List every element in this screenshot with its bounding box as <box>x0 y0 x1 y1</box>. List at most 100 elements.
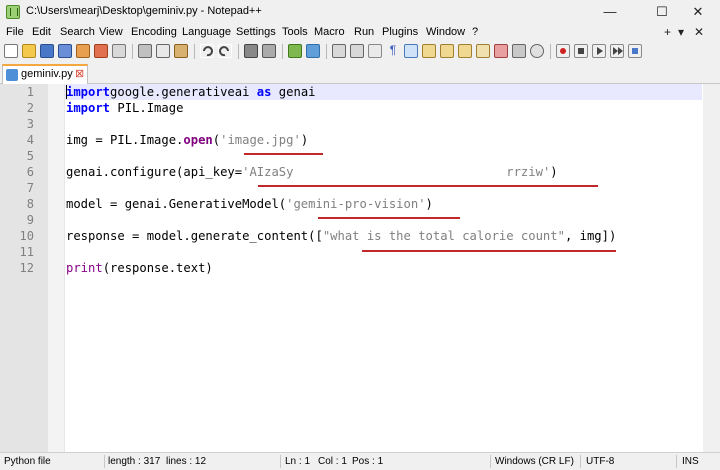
find-icon[interactable] <box>244 44 258 58</box>
paste-icon[interactable] <box>174 44 188 58</box>
status-language: Python file <box>4 456 51 467</box>
menu-language[interactable]: Language <box>182 26 231 38</box>
tab-close-icon[interactable]: ⊠ <box>75 67 84 80</box>
run-macro-multiple-icon[interactable] <box>610 44 624 58</box>
copy-icon[interactable] <box>156 44 170 58</box>
status-separator <box>104 455 105 468</box>
text-cursor <box>66 85 67 99</box>
code-token: 'gemini-pro-vision' <box>286 197 426 211</box>
menu-edit[interactable]: Edit <box>32 26 51 38</box>
close-button[interactable]: ✕ <box>676 0 720 24</box>
code-token: "what is the total calorie count" <box>322 229 565 243</box>
status-length: length : 317 <box>108 456 161 467</box>
code-line[interactable]: print(response.text) <box>66 260 213 276</box>
editor[interactable]: 1 2 3 4 5 6 7 8 9 10 11 12 importgoogle.generativea… <box>0 84 720 452</box>
code-line[interactable]: importgoogle.generativeai as genai <box>66 84 316 100</box>
annotation-underline-model-name <box>318 217 460 219</box>
line-number: 1 <box>26 85 34 99</box>
code-token: ) <box>300 133 309 147</box>
show-all-characters-icon[interactable]: ¶ <box>386 44 400 58</box>
code-token: model = genai.GenerativeModel( <box>66 197 287 211</box>
view-icon[interactable] <box>512 44 526 58</box>
menu-help[interactable]: ? <box>472 26 478 38</box>
code-token: ( <box>212 133 221 147</box>
function-list-icon[interactable] <box>458 44 472 58</box>
line-number: 12 <box>19 261 34 275</box>
redo-icon[interactable] <box>218 44 232 58</box>
indent-guide-icon[interactable] <box>404 44 418 58</box>
annotation-underline-prompt <box>362 250 616 252</box>
line-number: 10 <box>19 229 34 243</box>
cut-icon[interactable] <box>138 44 152 58</box>
play-macro-icon[interactable] <box>592 44 606 58</box>
fold-margin[interactable] <box>48 84 65 452</box>
status-col: Col : 1 <box>318 456 347 467</box>
code-token: 'AIzaSy rrziw' <box>242 165 551 179</box>
close-file-icon[interactable] <box>76 44 90 58</box>
status-pos: Pos : 1 <box>352 456 384 467</box>
monitoring-icon[interactable] <box>494 44 508 58</box>
code-line[interactable]: import PIL.Image <box>66 100 183 116</box>
close-all-icon[interactable] <box>94 44 108 58</box>
eye-icon[interactable] <box>530 44 544 58</box>
record-macro-icon[interactable] <box>556 44 570 58</box>
code-line[interactable]: img = PIL.Image.open('image.jpg') <box>66 132 308 148</box>
code-token: print <box>66 261 103 275</box>
menu-settings[interactable]: Settings <box>236 26 276 38</box>
status-separator <box>490 455 491 468</box>
word-wrap-icon[interactable] <box>368 44 382 58</box>
menu-view[interactable]: View <box>99 26 123 38</box>
menu-plugins[interactable]: Plugins <box>382 26 418 38</box>
line-number: 7 <box>26 181 34 195</box>
print-icon[interactable] <box>112 44 126 58</box>
title-bar: C:\Users\mearj\Desktop\geminiv.py - Note… <box>0 0 720 24</box>
save-all-icon[interactable] <box>58 44 72 58</box>
minimize-button[interactable]: — <box>588 0 632 24</box>
menu-run[interactable]: Run <box>354 26 374 38</box>
menu-file[interactable]: File <box>6 26 24 38</box>
status-encoding: UTF-8 <box>586 456 615 467</box>
save-macro-icon[interactable] <box>628 44 642 58</box>
code-line[interactable]: response = model.generate_content(["what… <box>66 228 616 244</box>
vertical-scrollbar[interactable] <box>703 84 720 452</box>
menu-window[interactable]: Window <box>426 26 465 38</box>
replace-icon[interactable] <box>262 44 276 58</box>
zoom-out-icon[interactable] <box>306 44 320 58</box>
document-map-icon[interactable] <box>440 44 454 58</box>
menu-search[interactable]: Search <box>60 26 95 38</box>
code-token: PIL.Image <box>110 101 184 115</box>
tab-list-button[interactable]: ▾ <box>678 25 684 39</box>
menu-macro[interactable]: Macro <box>314 26 345 38</box>
tab-geminiv-py[interactable]: geminiv.py ⊠ <box>2 64 88 84</box>
status-mode: INS <box>682 456 699 467</box>
menu-encoding[interactable]: Encoding <box>131 26 177 38</box>
code-token: import <box>66 85 111 99</box>
close-document-button[interactable]: ✕ <box>694 25 704 39</box>
line-number: 6 <box>26 165 34 179</box>
new-file-icon[interactable] <box>4 44 18 58</box>
file-icon <box>6 69 18 81</box>
code-token: as <box>256 85 272 99</box>
open-file-icon[interactable] <box>22 44 36 58</box>
sync-vertical-icon[interactable] <box>332 44 346 58</box>
tab-bar: geminiv.py ⊠ <box>0 62 720 84</box>
stop-macro-icon[interactable] <box>574 44 588 58</box>
code-line[interactable]: model = genai.GenerativeModel('gemini-pr… <box>66 196 433 212</box>
menu-tools[interactable]: Tools <box>282 26 308 38</box>
line-number: 2 <box>26 101 34 115</box>
line-number: 9 <box>26 213 34 227</box>
save-icon[interactable] <box>40 44 54 58</box>
code-token: response = model.generate_content([ <box>66 229 323 243</box>
sync-horizontal-icon[interactable] <box>350 44 364 58</box>
folder-workspace-icon[interactable] <box>476 44 490 58</box>
toolbar-separator <box>326 44 327 59</box>
status-lines: lines : 12 <box>166 456 207 467</box>
user-language-icon[interactable] <box>422 44 436 58</box>
code-line[interactable]: genai.configure(api_key='AIzaSy rrziw') <box>66 164 558 180</box>
code-token: img = PIL.Image. <box>66 133 184 147</box>
undo-icon[interactable] <box>200 44 214 58</box>
tab-label: geminiv.py <box>21 68 73 80</box>
code-token: ) <box>425 197 433 211</box>
zoom-in-icon[interactable] <box>288 44 302 58</box>
add-tab-button[interactable]: + <box>664 25 671 39</box>
